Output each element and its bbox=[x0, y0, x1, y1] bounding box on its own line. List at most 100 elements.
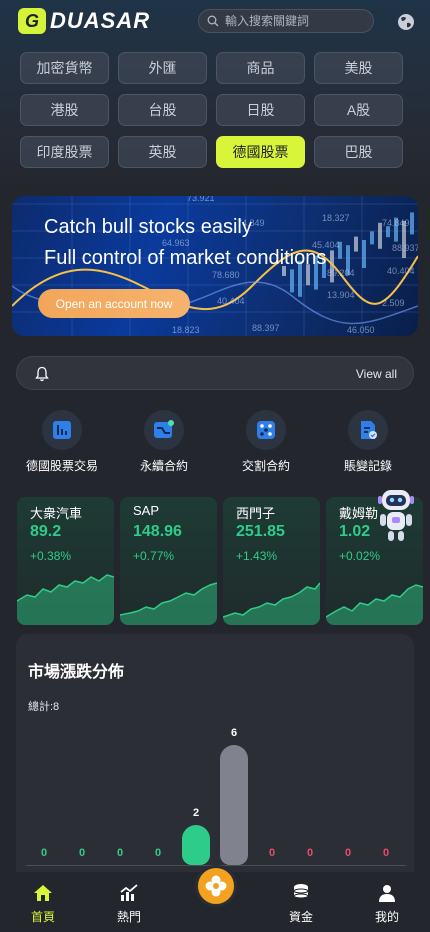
stock-price: 148.96 bbox=[133, 523, 182, 540]
banner-number: 40.404 bbox=[387, 266, 415, 276]
banner-number: 89.204 bbox=[327, 268, 355, 278]
chart-bar-icon bbox=[42, 410, 82, 450]
category-tab[interactable]: 日股 bbox=[216, 94, 305, 126]
stock-change: +0.77% bbox=[133, 549, 175, 563]
category-tab[interactable]: 外匯 bbox=[118, 52, 207, 84]
stock-sparkline bbox=[326, 584, 423, 625]
banner-number: 88.397 bbox=[252, 323, 280, 333]
distribution-value: 0 bbox=[344, 847, 352, 859]
category-tab[interactable]: 美股 bbox=[314, 52, 403, 84]
category-tab[interactable]: 印度股票 bbox=[20, 136, 109, 168]
robot-assistant-icon[interactable] bbox=[374, 486, 418, 544]
distribution-value: 6 bbox=[230, 727, 238, 739]
stock-card[interactable]: 大衆汽車 89.2 +0.38% bbox=[17, 497, 114, 625]
action-label: 德國股票交易 bbox=[25, 459, 98, 473]
tab-label: 首頁 bbox=[30, 910, 55, 924]
search-input[interactable] bbox=[225, 14, 365, 28]
banner-headline-1: Catch bull stocks easily bbox=[44, 216, 252, 238]
flower-logo-icon bbox=[205, 875, 227, 897]
banner-number: 78.680 bbox=[212, 270, 240, 280]
notice-bar[interactable]: View all bbox=[16, 356, 414, 390]
search-icon bbox=[207, 15, 219, 27]
distribution-value: 0 bbox=[40, 847, 48, 859]
action-label: 賬變記錄 bbox=[343, 459, 392, 473]
category-tab[interactable]: 德國股票 bbox=[216, 136, 305, 168]
market-category-grid: 加密貨幣 外匯 商品 美股港股 台股 日股 A股印度股票 英股 德國股票 巴股 bbox=[20, 52, 403, 168]
distribution-value: 2 bbox=[192, 807, 200, 819]
category-tab[interactable]: 加密貨幣 bbox=[20, 52, 109, 84]
open-account-button[interactable]: Open an account now bbox=[38, 289, 190, 318]
distribution-value: 0 bbox=[78, 847, 86, 859]
banner-number: 74.849 bbox=[382, 218, 410, 228]
banner-number: 18.823 bbox=[172, 325, 200, 335]
stock-change: +1.43% bbox=[236, 549, 278, 563]
app-header: G DUASAR bbox=[0, 0, 430, 44]
distribution-value: 0 bbox=[306, 847, 314, 859]
banner-number: 2.509 bbox=[382, 298, 405, 308]
promo-banner[interactable]: 73.921 18.327 74.849 64.963 89.204 40.404 78.6… bbox=[12, 196, 418, 336]
trend-chart-icon bbox=[144, 410, 184, 450]
distribution-value: 0 bbox=[382, 847, 390, 859]
bell-icon bbox=[35, 366, 49, 382]
view-all-link[interactable]: View all bbox=[356, 367, 397, 381]
dice-icon bbox=[246, 410, 286, 450]
category-tab[interactable]: A股 bbox=[314, 94, 403, 126]
search-box[interactable] bbox=[198, 9, 374, 33]
center-action-button[interactable] bbox=[195, 865, 237, 907]
stock-name: SAP bbox=[133, 503, 160, 518]
stock-change: +0.38% bbox=[30, 549, 72, 563]
category-tab[interactable]: 台股 bbox=[118, 94, 207, 126]
banner-number: 46.050 bbox=[347, 325, 375, 335]
distribution-bar bbox=[220, 745, 248, 865]
action-label: 交割合約 bbox=[241, 459, 290, 473]
tab-funds[interactable]: 資金 bbox=[266, 882, 336, 925]
banner-headline-2: Full control of market conditions bbox=[44, 247, 327, 269]
stock-price: 251.85 bbox=[236, 523, 285, 540]
tab-home[interactable]: 首頁 bbox=[8, 882, 78, 925]
panel-title: 市場漲跌分佈 bbox=[28, 664, 125, 681]
stock-price: 1.02 bbox=[339, 523, 371, 540]
banner-number: 13.904 bbox=[327, 290, 355, 300]
action-stock-trading[interactable]: 德國股票交易 bbox=[12, 410, 112, 474]
logo-mark-icon: G bbox=[18, 8, 46, 34]
tab-label: 我的 bbox=[374, 910, 399, 924]
tab-label: 熱門 bbox=[116, 910, 141, 924]
app-logo[interactable]: G DUASAR bbox=[18, 8, 150, 34]
stock-name: 西門子 bbox=[236, 506, 276, 521]
trending-icon bbox=[120, 884, 138, 901]
tab-profile[interactable]: 我的 bbox=[352, 882, 422, 925]
stock-sparkline bbox=[17, 574, 114, 625]
quick-actions: 德國股票交易 永續合約 交割合約 賬變記錄 bbox=[0, 410, 430, 474]
category-tab[interactable]: 港股 bbox=[20, 94, 109, 126]
category-tab[interactable]: 巴股 bbox=[314, 136, 403, 168]
banner-number: 40.404 bbox=[217, 296, 245, 306]
language-globe-icon[interactable] bbox=[396, 12, 416, 32]
distribution-value: 0 bbox=[154, 847, 162, 859]
stock-price: 89.2 bbox=[30, 523, 62, 540]
stock-sparkline bbox=[120, 582, 217, 625]
action-perpetual-contract[interactable]: 永續合約 bbox=[114, 410, 214, 474]
distribution-bar bbox=[182, 825, 210, 865]
action-account-records[interactable]: 賬變記錄 bbox=[318, 410, 418, 474]
stock-sparkline bbox=[223, 582, 320, 625]
panel-total: 總計:8 bbox=[28, 701, 60, 713]
banner-number: 73.921 bbox=[187, 196, 215, 203]
stock-change: +0.02% bbox=[339, 549, 381, 563]
home-icon bbox=[34, 885, 52, 901]
banner-number: 88.937 bbox=[392, 243, 418, 253]
tab-hot[interactable]: 熱門 bbox=[94, 882, 164, 925]
category-tab[interactable]: 商品 bbox=[216, 52, 305, 84]
banner-number: 18.327 bbox=[322, 213, 350, 223]
stock-card[interactable]: 西門子 251.85 +1.43% bbox=[223, 497, 320, 625]
stock-name: 大衆汽車 bbox=[30, 506, 83, 521]
category-tab[interactable]: 英股 bbox=[118, 136, 207, 168]
market-distribution-panel: 市場漲跌分佈 總計:8 0 0 0 0 2 6 0 0 0 0 bbox=[16, 634, 414, 884]
coins-icon bbox=[293, 884, 309, 899]
record-icon bbox=[348, 410, 388, 450]
stock-card[interactable]: SAP 148.96 +0.77% bbox=[120, 497, 217, 625]
stock-cards: 大衆汽車 89.2 +0.38% SAP 148.96 +0.77% 西門子 251.85 +1… bbox=[17, 497, 430, 625]
user-icon bbox=[379, 885, 395, 902]
action-delivery-contract[interactable]: 交割合約 bbox=[216, 410, 316, 474]
logo-text: DUASAR bbox=[50, 8, 151, 33]
stock-name: 戴姆勒 bbox=[339, 506, 379, 521]
